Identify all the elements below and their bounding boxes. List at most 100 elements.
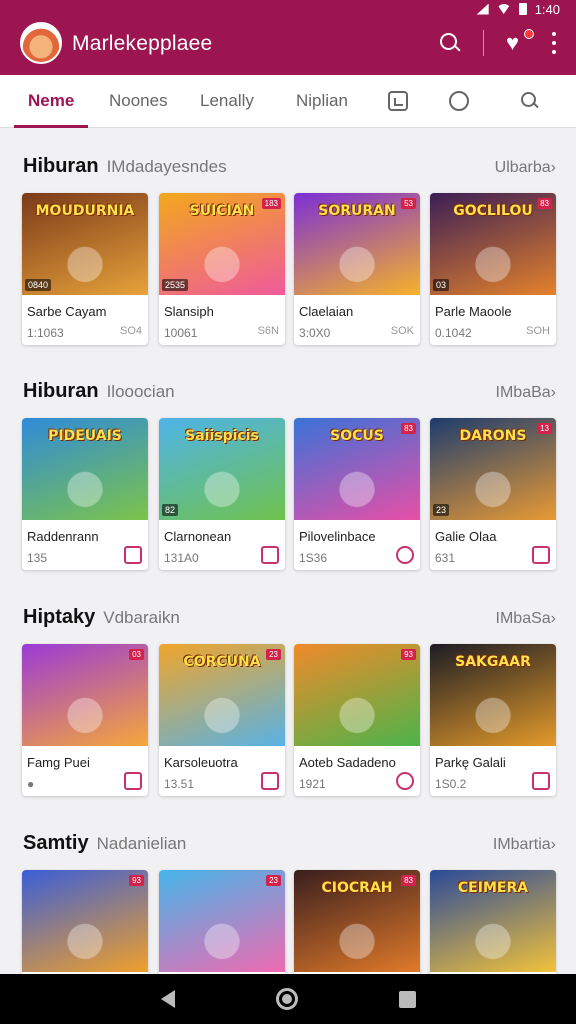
game-logo-text: DARONS [459,428,527,444]
section-title: Hiptaky [23,606,96,628]
game-logo-text: SAKGAAR [455,654,531,670]
game-card[interactable]: CORCUNA 23 Karsoleuotra 13.51 [159,644,285,796]
game-logo-text: MOUDURNIA [35,203,135,219]
tab-search-icon[interactable] [520,91,540,111]
search-icon[interactable] [439,32,461,54]
game-card[interactable]: 93 Aoteb Sadadeno 1921 [294,644,420,796]
section-header: Hiptaky Vdbaraikn IMbaSa› [23,606,556,634]
circle-icon[interactable] [449,91,469,111]
game-thumbnail: DARONS 13 23 [430,418,556,520]
content-scroll[interactable]: Hiburan IMdadayesndes Ulbarba› MOUDURNIA 084… [0,129,576,974]
game-card[interactable]: 23 [159,870,285,974]
section-title: Hiburan [23,155,99,177]
game-card[interactable]: MOUDURNIA 0840 Sarbe Cayam 1:1063 SO4 [22,193,148,345]
game-card[interactable]: DARONS 13 23 Galie Olaa 631 [430,418,556,570]
game-stat: ● [27,777,35,791]
game-title: Pilovelinbace [299,529,376,544]
section-title: Hiburan [23,380,99,402]
game-card[interactable]: PIDEUAIS Raddenrann 135 [22,418,148,570]
game-card[interactable]: Saiispicis 82 Clarnonean 131A0 [159,418,285,570]
card-row: 93 23 CIOCRAH 83 CEIMERA [22,870,556,974]
ticket-icon[interactable] [124,772,142,790]
game-card[interactable]: CEIMERA [430,870,556,974]
tab-niplian[interactable]: Niplian [296,75,348,128]
game-thumbnail: SOCUS 83 [294,418,420,520]
share-icon[interactable] [261,772,279,790]
game-logo-text: CIOCRAH [321,880,393,896]
game-thumbnail: 23 [159,870,285,972]
section-header: Samtiy Nadanielian IMbartia› [23,832,556,860]
avatar[interactable] [20,22,62,64]
game-thumbnail: GOCLILOU 83 03 [430,193,556,295]
section-more-link[interactable]: IMbartia› [493,836,556,854]
corner-badge: 83 [401,423,416,434]
game-card[interactable]: 03 Famg Puei ● [22,644,148,796]
game-logo-text: SORURAN [318,203,396,219]
chat-icon[interactable] [396,772,414,790]
game-tag: S6N [257,325,279,337]
corner-badge: 183 [261,198,281,209]
game-title: Clarnonean [164,529,232,544]
status-bar: 1:40 [476,0,560,18]
section-header: Hiburan Ilooocian IMbaBa› [23,380,556,408]
wifi-icon [496,4,511,14]
corner-badge: 93 [401,649,416,660]
game-card[interactable]: SORURAN 53 Claelaian 3:0X0 SOK [294,193,420,345]
section-more-link[interactable]: Ulbarba› [495,159,556,177]
game-stat: 1921 [299,777,326,791]
game-title: Raddenrann [27,529,99,544]
game-card[interactable]: CIOCRAH 83 [294,870,420,974]
section-subtitle: Nadanielian [96,834,187,853]
share-icon[interactable] [261,546,279,564]
game-thumbnail: 93 [22,870,148,972]
corner-badge: 53 [401,198,416,209]
heart-icon[interactable]: ♥ [506,29,534,54]
back-icon[interactable] [160,990,175,1008]
game-card[interactable]: SOCUS 83 Pilovelinbace 1S36 [294,418,420,570]
game-logo-text: CEIMERA [457,880,529,896]
corner-badge: 23 [266,875,281,886]
game-thumbnail: 03 [22,644,148,746]
game-card[interactable]: GOCLILOU 83 03 Parle Maoole 0.1042 SOH [430,193,556,345]
rating-badge: 23 [433,504,450,516]
section-subtitle: IMdadayesndes [106,157,227,176]
tag-icon[interactable] [532,546,550,564]
system-nav-bar [0,974,576,1024]
bag-icon[interactable] [124,546,142,564]
home-icon[interactable] [275,988,298,1010]
game-logo-text: CORCUNA [183,654,261,670]
game-thumbnail: SUICIAN 183 2535 [159,193,285,295]
game-card[interactable]: SUICIAN 183 2535 Slansiph 10061 S6N [159,193,285,345]
chat-icon[interactable] [396,546,414,564]
toolbar-divider [483,30,484,56]
tab-neme[interactable]: Neme [13,75,89,128]
rating-badge: 2535 [162,279,189,291]
game-logo-text: PIDEUAIS [48,428,122,444]
image-box-icon[interactable] [388,91,408,111]
tab-noones[interactable]: Noones [109,75,168,128]
more-vert-icon[interactable] [552,32,558,54]
section-more-link[interactable]: IMbaSa› [496,610,556,628]
signal-icon [476,3,489,15]
card-row: PIDEUAIS Raddenrann 135 Saiispicis 82 Clarnon… [22,418,556,572]
game-stat: 1S36 [299,551,328,565]
app-title: Marlekepplaee [72,32,213,55]
notification-dot [524,29,534,39]
battery-icon [518,3,527,15]
corner-badge: 83 [401,875,416,886]
game-thumbnail: PIDEUAIS [22,418,148,520]
game-stat: 135 [27,551,48,565]
recents-icon[interactable] [398,990,416,1008]
game-stat: 631 [435,551,456,565]
game-stat: 131A0 [164,551,199,565]
game-card[interactable]: SAKGAAR Parkę Galali 1S0.2 [430,644,556,796]
tag-icon[interactable] [532,772,550,790]
game-card[interactable]: 93 [22,870,148,974]
game-logo-text: GOCLILOU [453,203,533,219]
tab-lenally[interactable]: Lenally [200,75,254,128]
section-more-link[interactable]: IMbaBa› [496,384,556,402]
rating-badge: 0840 [25,279,52,291]
rating-badge: 82 [162,504,179,516]
game-thumbnail: CORCUNA 23 [159,644,285,746]
game-stat: 0.1042 [435,326,472,340]
